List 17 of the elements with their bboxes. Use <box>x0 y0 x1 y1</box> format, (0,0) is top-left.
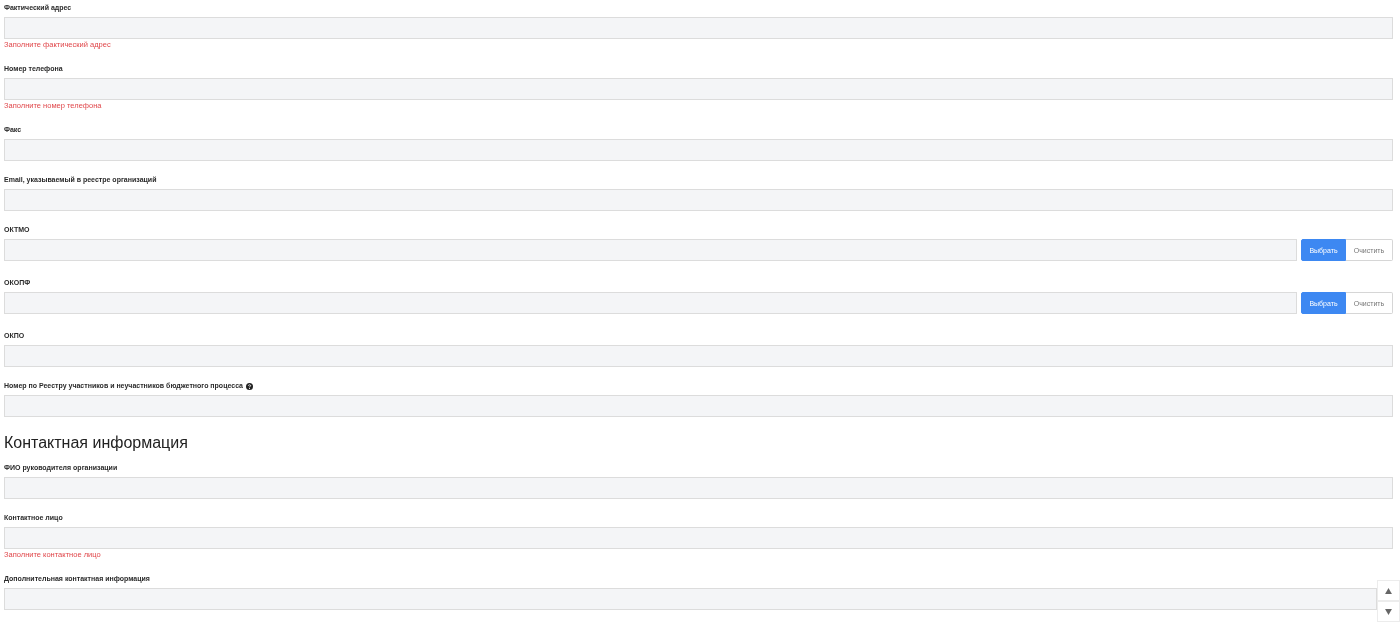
help-icon[interactable] <box>246 382 253 390</box>
input-field[interactable] <box>4 588 1377 610</box>
input-field[interactable] <box>4 189 1393 211</box>
triangle-up-icon <box>1385 587 1392 594</box>
input-field[interactable] <box>4 477 1393 499</box>
input-field[interactable] <box>4 78 1393 100</box>
scroll-up-button[interactable] <box>1377 580 1400 601</box>
input-field[interactable] <box>4 292 1297 314</box>
input-field[interactable] <box>4 239 1297 261</box>
input-field[interactable] <box>4 139 1393 161</box>
triangle-down-icon <box>1385 608 1392 615</box>
section-heading: Контактная информация <box>4 433 189 453</box>
input-field[interactable] <box>4 395 1393 417</box>
input-field[interactable] <box>4 17 1393 39</box>
input-field[interactable] <box>4 527 1393 549</box>
input-field[interactable] <box>4 345 1393 367</box>
scroll-down-button[interactable] <box>1377 601 1400 622</box>
